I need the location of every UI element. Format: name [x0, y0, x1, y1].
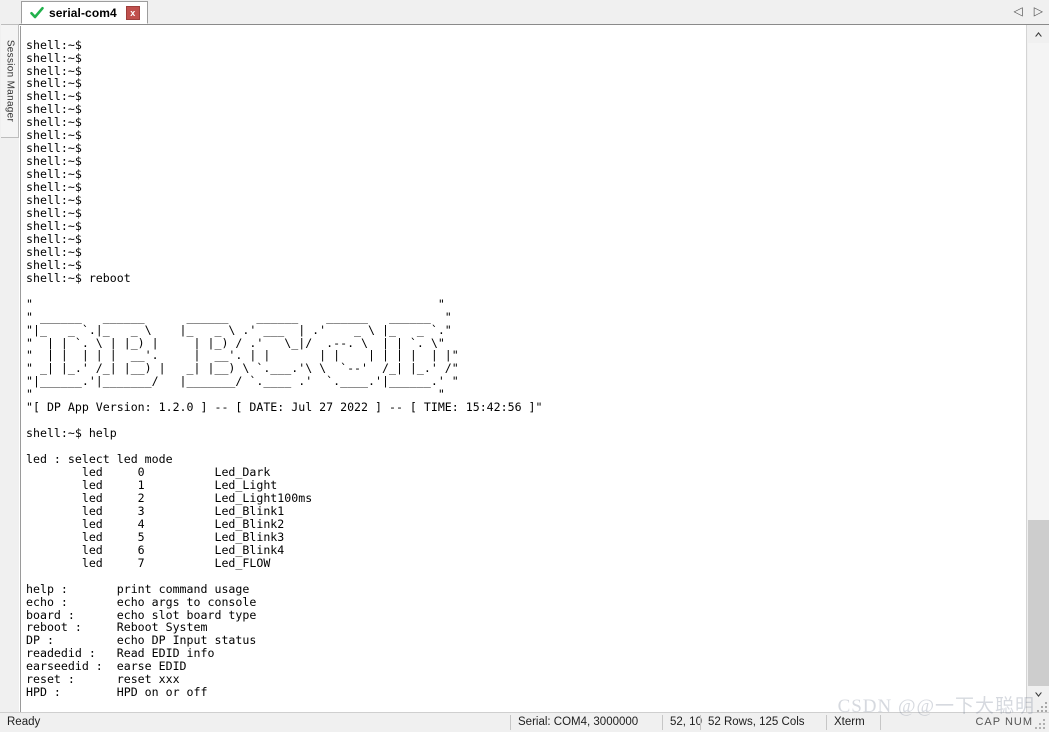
- tab-title: serial-com4: [49, 5, 117, 20]
- tab-bar: serial-com4 x ◁ ▷: [19, 0, 1049, 25]
- terminal-text: shell:~$ shell:~$ shell:~$ shell:~$ shel…: [26, 38, 543, 712]
- tab-nav-controls: ◁ ▷: [1014, 4, 1043, 18]
- status-resize-grip-icon[interactable]: [1035, 718, 1047, 730]
- status-cap-num: CAP NUM: [975, 716, 1033, 728]
- tab-next-icon[interactable]: ▷: [1034, 4, 1043, 18]
- status-dimensions: 52 Rows, 125 Cols: [708, 716, 805, 728]
- status-bar: Ready Serial: COM4, 3000000 52, 10 52 Ro…: [0, 712, 1049, 732]
- scroll-down-icon[interactable]: [1028, 686, 1049, 703]
- vertical-scrollbar[interactable]: [1026, 25, 1049, 714]
- check-icon: [30, 6, 44, 20]
- terminal-frame: shell:~$ shell:~$ shell:~$ shell:~$ shel…: [19, 24, 1049, 714]
- scroll-up-icon[interactable]: [1028, 26, 1049, 43]
- session-manager-label: Session Manager: [4, 39, 15, 123]
- status-serial: Serial: COM4, 3000000: [518, 716, 639, 728]
- close-icon[interactable]: x: [125, 5, 140, 20]
- terminal-output-area[interactable]: shell:~$ shell:~$ shell:~$ shell:~$ shel…: [20, 26, 1025, 712]
- tab-serial-com4[interactable]: serial-com4 x: [21, 1, 148, 24]
- terminal-application-window: Session Manager serial-com4 x ◁ ▷ shell:…: [0, 0, 1049, 732]
- scrollbar-thumb[interactable]: [1028, 520, 1049, 698]
- status-emulation: Xterm: [834, 716, 865, 728]
- session-manager-strip: Session Manager: [0, 0, 20, 713]
- status-ready: Ready: [7, 716, 41, 728]
- sidebar-item-session-manager[interactable]: Session Manager: [1, 24, 19, 138]
- tab-prev-icon[interactable]: ◁: [1014, 4, 1023, 18]
